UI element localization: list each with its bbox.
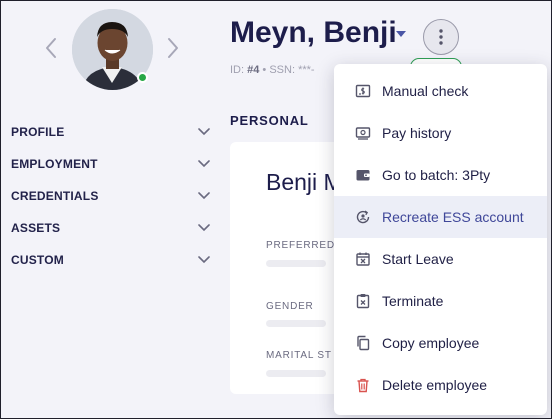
menu-item-label: Pay history (382, 125, 452, 141)
menu-item-copy-employee[interactable]: Copy employee (334, 322, 547, 364)
chevron-down-icon (198, 256, 210, 264)
menu-item-label: Copy employee (382, 335, 480, 351)
menu-item-go-to-batch[interactable]: Go to batch: 3Pty (334, 154, 547, 196)
chevron-left-icon (46, 38, 56, 58)
menu-item-label: Manual check (382, 83, 469, 99)
chevron-right-icon (168, 38, 178, 58)
chevron-down-icon (198, 224, 210, 232)
menu-item-label: Go to batch: 3Pty (382, 167, 491, 183)
sidebar-item-label: ASSETS (11, 221, 61, 235)
chevron-down-icon (198, 128, 210, 136)
menu-item-label: Recreate ESS account (382, 209, 524, 225)
id-value: #4 (247, 64, 260, 76)
sidebar-item-assets[interactable]: ASSETS (0, 212, 218, 244)
menu-item-label: Terminate (382, 293, 444, 309)
menu-item-manual-check[interactable]: Manual check (334, 70, 547, 112)
chevron-down-icon (198, 160, 210, 168)
sidebar-menu: PROFILE EMPLOYMENT CREDENTIALS ASSETS CU… (0, 116, 218, 276)
menu-item-terminate[interactable]: Terminate (334, 280, 547, 322)
next-employee-button[interactable] (163, 34, 183, 62)
sidebar-item-label: EMPLOYMENT (11, 157, 98, 171)
field-label-preferred: PREFERRED (266, 240, 335, 251)
pay-history-icon (354, 124, 372, 142)
online-status-indicator (137, 72, 148, 83)
previous-employee-button[interactable] (41, 34, 61, 62)
sidebar-item-custom[interactable]: CUSTOM (0, 244, 218, 276)
copy-icon (354, 334, 372, 352)
menu-item-label: Start Leave (382, 251, 454, 267)
employee-name: Meyn, Benji (230, 16, 397, 49)
caret-down-icon (396, 31, 406, 37)
id-label: ID: (230, 64, 245, 76)
sidebar-item-credentials[interactable]: CREDENTIALS (0, 180, 218, 212)
employee-switch-caret[interactable] (393, 27, 409, 41)
ssn-label: SSN: (269, 64, 296, 76)
actions-dropdown-menu: Manual check Pay history Go to batch: 3P… (334, 64, 547, 415)
chevron-down-icon (198, 192, 210, 200)
menu-item-delete-employee[interactable]: Delete employee (334, 364, 547, 406)
employee-meta: ID: #4 • SSN: ***- (230, 64, 315, 76)
sidebar-item-label: CUSTOM (11, 253, 64, 267)
sidebar-item-profile[interactable]: PROFILE (0, 116, 218, 148)
employee-sidebar: PROFILE EMPLOYMENT CREDENTIALS ASSETS CU… (0, 0, 218, 419)
sidebar-item-employment[interactable]: EMPLOYMENT (0, 148, 218, 180)
card-employee-name: Benji M (266, 169, 343, 195)
section-title: PERSONAL (230, 113, 309, 128)
field-label-gender: GENDER (266, 301, 314, 312)
trash-icon (354, 376, 372, 394)
field-value-placeholder (266, 260, 326, 267)
more-actions-button[interactable] (423, 19, 459, 55)
sidebar-item-label: CREDENTIALS (11, 189, 99, 203)
ssn-value: ***- (298, 64, 315, 76)
field-value-placeholder (266, 320, 326, 327)
menu-item-start-leave[interactable]: Start Leave (334, 238, 547, 280)
field-value-placeholder (266, 370, 326, 377)
menu-item-pay-history[interactable]: Pay history (334, 112, 547, 154)
calendar-x-icon (354, 250, 372, 268)
clipboard-terminate-icon (354, 292, 372, 310)
check-document-icon (354, 82, 372, 100)
wallet-icon (354, 166, 372, 184)
menu-item-recreate-ess-account[interactable]: Recreate ESS account (334, 196, 547, 238)
recreate-account-icon (354, 208, 372, 226)
kebab-menu-icon (439, 29, 443, 45)
menu-item-label: Delete employee (382, 377, 488, 393)
sidebar-item-label: PROFILE (11, 125, 65, 139)
field-label-marital-status: MARITAL ST (266, 350, 332, 361)
